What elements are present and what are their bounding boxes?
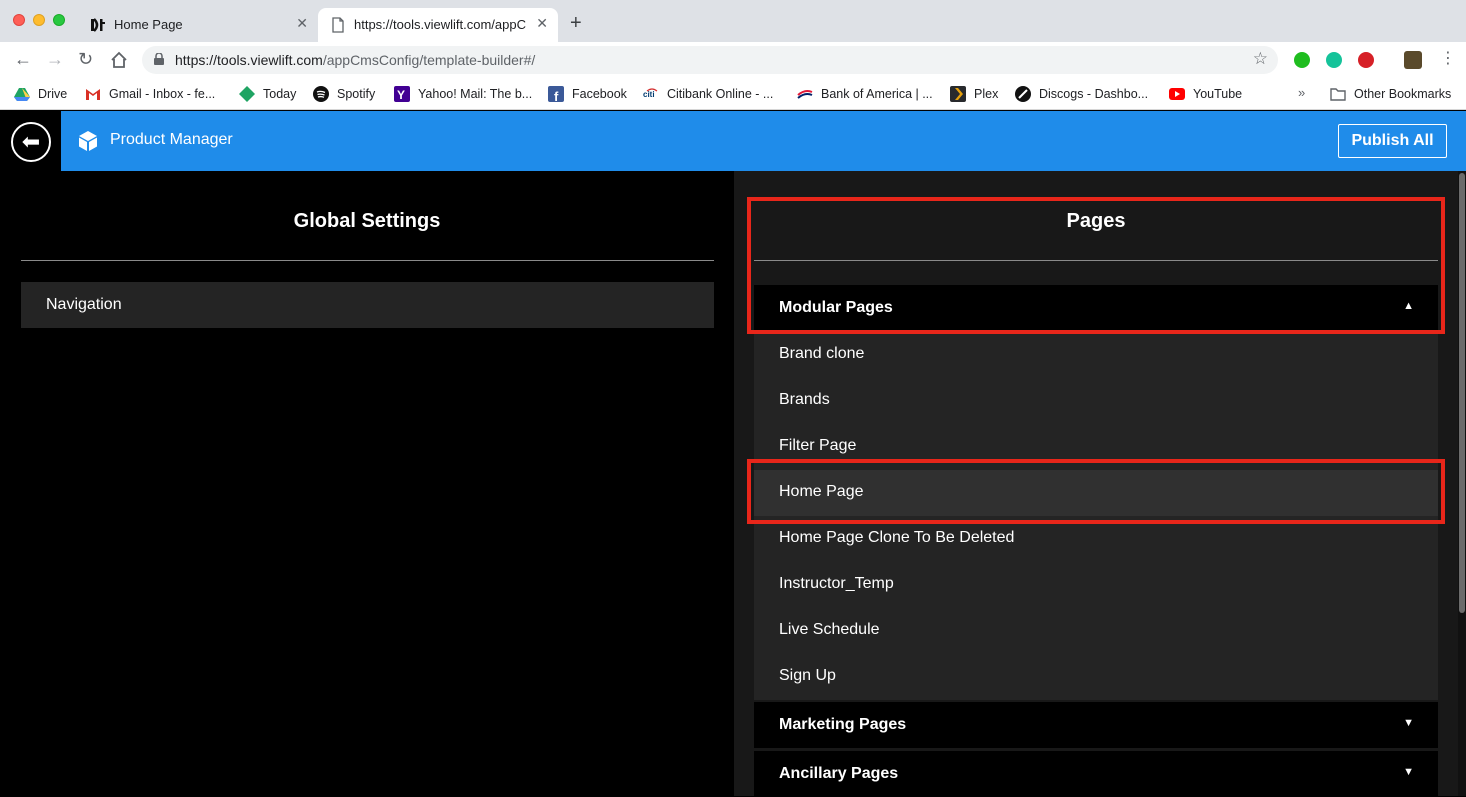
bookmark-label: Other Bookmarks (1354, 87, 1452, 101)
browser-tab-active[interactable]: https://tools.viewlift.com/appC ✕ (318, 8, 558, 42)
tab-title: https://tools.viewlift.com/appC (354, 17, 526, 32)
global-settings-panel: Global Settings Navigation (0, 171, 734, 796)
bookmark-discogs[interactable]: Discogs - Dashbo... (1015, 84, 1148, 104)
caret-down-icon: ▼ (1403, 766, 1414, 778)
bookmark-label: Yahoo! Mail: The b... (418, 87, 533, 101)
facebook-icon: f (548, 86, 564, 102)
page-item-sign-up[interactable]: Sign Up (754, 654, 1438, 700)
browser-tab-bar: Home Page ✕ https://tools.viewlift.com/a… (0, 0, 1466, 42)
bookmark-gmail[interactable]: Gmail - Inbox - fe... (85, 84, 215, 104)
page-item-instructor-temp[interactable]: Instructor_Temp (754, 562, 1438, 608)
bookmark-label: Bank of America | ... (821, 87, 933, 101)
lock-icon (154, 53, 164, 65)
reload-icon[interactable]: ↻ (78, 49, 93, 69)
app-title: Product Manager (110, 131, 233, 148)
browser-menu-icon[interactable]: ⋮ (1440, 48, 1456, 68)
spotify-icon (313, 86, 329, 102)
bookmark-label: Facebook (572, 87, 627, 101)
close-window-button[interactable] (13, 14, 25, 26)
bookmark-label: Gmail - Inbox - fe... (109, 87, 216, 101)
document-icon (332, 17, 344, 33)
bookmark-star-icon[interactable]: ☆ (1253, 49, 1268, 69)
bookmark-label: Drive (38, 87, 68, 101)
bookmark-label: Discogs - Dashbo... (1039, 87, 1149, 101)
extension-lock-icon[interactable] (1294, 52, 1310, 68)
today-icon (239, 86, 255, 102)
navigation-item[interactable]: Navigation (21, 282, 714, 328)
back-arrow-icon[interactable]: ⬅ (11, 122, 51, 162)
bookmark-citibank[interactable]: citi Citibank Online - ... (643, 84, 773, 104)
scrollbar-thumb[interactable] (1459, 173, 1465, 613)
marketing-pages-section-header[interactable]: Marketing Pages ▼ (754, 702, 1438, 748)
page-item-live-schedule[interactable]: Live Schedule (754, 608, 1438, 654)
bookmark-bank-of-america[interactable]: Bank of America | ... (797, 84, 933, 104)
citibank-icon: citi (643, 88, 658, 99)
bookmark-spotify[interactable]: Spotify (313, 84, 375, 104)
bookmark-yahoo-mail[interactable]: Y Yahoo! Mail: The b... (394, 84, 532, 104)
svg-text:citi: citi (643, 90, 655, 99)
browser-toolbar: ← → ↻ https://tools.viewlift.com/appCmsC… (0, 42, 1466, 78)
tab-title: Home Page (114, 17, 183, 32)
bookmark-label: Plex (974, 87, 999, 101)
svg-text:Y: Y (397, 88, 405, 102)
forward-arrow-icon[interactable]: → (46, 49, 64, 69)
close-tab-icon[interactable]: ✕ (536, 15, 548, 32)
global-settings-heading: Global Settings (293, 210, 441, 232)
bookmark-label: Spotify (337, 87, 376, 101)
minimize-window-button[interactable] (33, 14, 45, 26)
highlight-box-pages-header (747, 197, 1445, 334)
cube-icon (79, 131, 97, 151)
browser-tab-home-page[interactable]: Home Page ✕ (78, 8, 318, 42)
folder-icon (1330, 88, 1346, 101)
url-path: /appCmsConfig/template-builder#/ (322, 52, 536, 68)
caret-down-icon: ▼ (1403, 717, 1414, 729)
bookmark-plex[interactable]: Plex (950, 84, 998, 104)
bookmark-other-bookmarks[interactable]: Other Bookmarks (1330, 84, 1451, 104)
bookmark-drive[interactable]: Drive (14, 84, 67, 104)
url-host: https://tools.viewlift.com (175, 52, 323, 68)
bookmark-youtube[interactable]: YouTube (1169, 84, 1242, 104)
address-bar[interactable]: https://tools.viewlift.com/appCmsConfig/… (142, 46, 1278, 74)
ancillary-pages-section-header[interactable]: Ancillary Pages ▼ (754, 751, 1438, 797)
section-label: Ancillary Pages (779, 765, 899, 782)
bookmark-label: Today (263, 87, 297, 101)
extension-check-icon[interactable] (1358, 52, 1374, 68)
plex-icon (950, 86, 966, 102)
bookmark-label: YouTube (1193, 87, 1243, 101)
divider (21, 260, 714, 261)
maximize-window-button[interactable] (53, 14, 65, 26)
scrollbar[interactable] (1458, 171, 1466, 796)
new-tab-button[interactable]: + (570, 12, 582, 35)
yahoo-icon: Y (394, 86, 410, 102)
discogs-icon (1015, 86, 1031, 102)
back-button-container: ⬅ (0, 111, 61, 171)
viewlift-logo-icon (91, 18, 105, 32)
section-label: Marketing Pages (779, 716, 907, 733)
highlight-box-home-page (747, 459, 1445, 524)
publish-all-button[interactable]: Publish All (1338, 124, 1447, 158)
page-item-brand-clone[interactable]: Brand clone (754, 332, 1438, 378)
grammarly-icon[interactable] (1326, 52, 1342, 68)
gmail-icon (86, 89, 100, 100)
youtube-icon (1169, 88, 1185, 100)
bookmark-today[interactable]: Today (239, 84, 296, 104)
more-bookmarks-chevron-icon[interactable]: » (1298, 85, 1305, 100)
back-arrow-icon[interactable]: ← (14, 49, 32, 69)
svg-text:f: f (554, 89, 559, 102)
page-item-brands[interactable]: Brands (754, 378, 1438, 424)
bank-of-america-icon (797, 90, 813, 99)
home-icon[interactable] (110, 51, 128, 69)
bookmark-label: Citibank Online - ... (667, 87, 774, 101)
bookmarks-bar: Drive Gmail - Inbox - fe... Today Spotif… (0, 78, 1466, 110)
bookmark-facebook[interactable]: f Facebook (548, 84, 627, 104)
app-header: ⬅ Product Manager Publish All (0, 111, 1466, 171)
profile-avatar[interactable] (1404, 51, 1422, 69)
url-text: https://tools.viewlift.com/appCmsConfig/… (175, 52, 535, 68)
close-tab-icon[interactable]: ✕ (296, 15, 308, 32)
google-drive-icon (14, 88, 30, 101)
